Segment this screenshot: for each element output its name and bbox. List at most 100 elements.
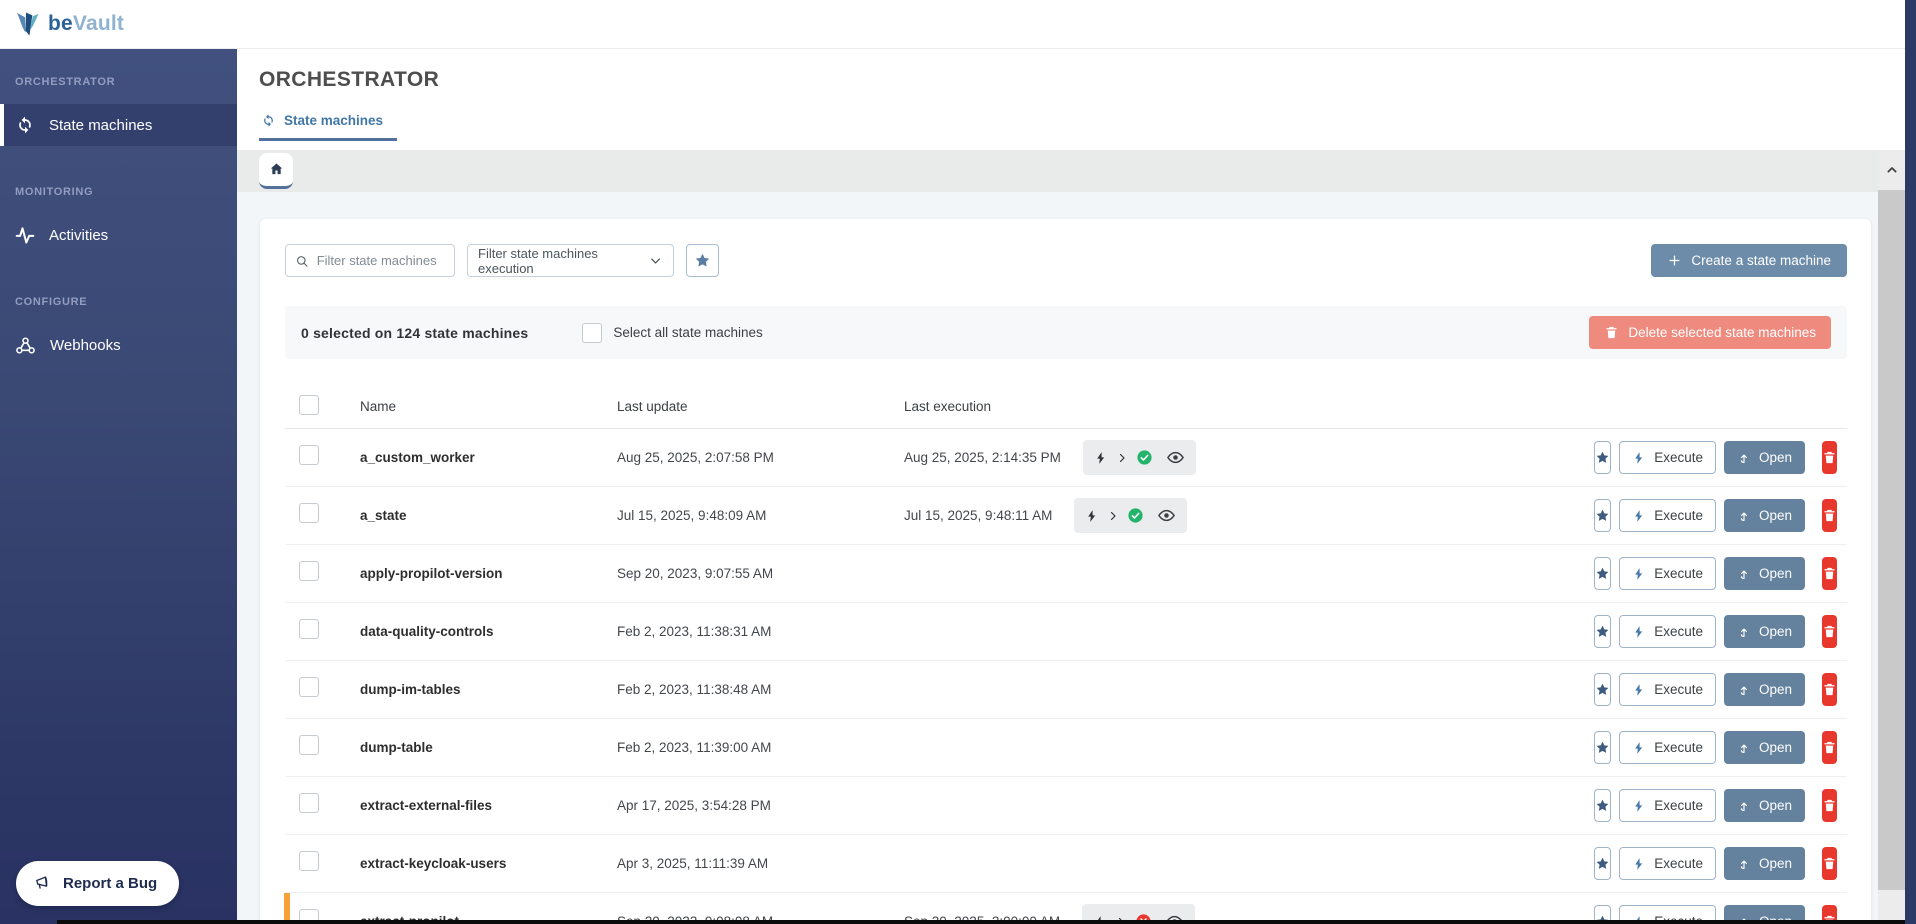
last-update-value: Feb 2, 2023, 11:38:31 AM: [617, 624, 904, 639]
sidebar-item-activities[interactable]: Activities: [0, 214, 237, 256]
last-update-value: Aug 25, 2025, 2:07:58 PM: [617, 450, 904, 465]
state-machine-name: apply-propilot-version: [360, 566, 617, 581]
delete-row-button[interactable]: [1822, 847, 1837, 880]
row-actions: Execute Open: [1607, 615, 1847, 648]
delete-row-button[interactable]: [1822, 615, 1837, 648]
row-select-checkbox[interactable]: [299, 851, 319, 871]
delete-row-button[interactable]: [1822, 673, 1837, 706]
table-row: dump-im-tables Feb 2, 2023, 11:38:48 AM …: [285, 661, 1847, 719]
delete-row-button[interactable]: [1822, 557, 1837, 590]
breadcrumb-tabstrip: [237, 150, 1916, 192]
sidebar-item-state-machines[interactable]: State machines: [0, 104, 237, 146]
sidebar-section-monitoring: MONITORING Activities: [0, 186, 237, 256]
execute-button[interactable]: Execute: [1619, 499, 1716, 532]
delete-row-button[interactable]: [1822, 789, 1837, 822]
execute-button[interactable]: Execute: [1619, 673, 1716, 706]
bolt-icon: [1632, 857, 1646, 871]
scrollbar-thumb[interactable]: [1878, 190, 1905, 890]
open-button[interactable]: Open: [1724, 789, 1805, 822]
open-button[interactable]: Open: [1724, 731, 1805, 764]
row-select-checkbox[interactable]: [299, 561, 319, 581]
star-icon: [1595, 682, 1610, 697]
header-select-checkbox[interactable]: [299, 395, 319, 415]
select-all-label: Select all state machines: [613, 325, 762, 340]
bolt-icon: [1632, 567, 1646, 581]
delete-row-button[interactable]: [1822, 499, 1837, 532]
scroll-up-button[interactable]: [1878, 150, 1905, 190]
row-select-checkbox[interactable]: [299, 735, 319, 755]
favorite-button[interactable]: [1594, 789, 1611, 822]
execute-button[interactable]: Execute: [1619, 441, 1716, 474]
search-icon: [295, 253, 309, 269]
row-select-checkbox[interactable]: [299, 445, 319, 465]
favorite-button[interactable]: [1594, 731, 1611, 764]
favorite-button[interactable]: [1594, 441, 1611, 474]
delete-selected-button[interactable]: Delete selected state machines: [1589, 316, 1831, 349]
chevron-right-icon: [1116, 452, 1128, 464]
row-actions: Execute Open: [1607, 499, 1847, 532]
execute-button-label: Execute: [1654, 508, 1703, 523]
bolt-icon: [1632, 799, 1646, 813]
favorite-button[interactable]: [1594, 847, 1611, 880]
bolt-icon: [1632, 683, 1646, 697]
favorite-button[interactable]: [1594, 499, 1611, 532]
open-button[interactable]: Open: [1724, 615, 1805, 648]
webhook-icon: [15, 335, 36, 356]
bolt-icon: [1632, 625, 1646, 639]
star-icon: [1595, 508, 1610, 523]
state-machine-name: a_custom_worker: [360, 450, 617, 465]
star-icon: [1595, 856, 1610, 871]
column-header-last-execution: Last execution: [904, 399, 1607, 414]
select-all-checkbox[interactable]: [582, 323, 602, 343]
execution-filter-select[interactable]: Filter state machines execution: [467, 244, 674, 277]
execution-status-chip[interactable]: [1083, 440, 1196, 475]
success-status-icon: [1127, 507, 1144, 524]
execute-button[interactable]: Execute: [1619, 789, 1716, 822]
vertical-scrollbar[interactable]: [1878, 150, 1905, 924]
table-row: a_custom_worker Aug 25, 2025, 2:07:58 PM…: [285, 429, 1847, 487]
execute-button[interactable]: Execute: [1619, 557, 1716, 590]
chevron-up-icon: [1884, 162, 1900, 178]
favorite-button[interactable]: [1594, 673, 1611, 706]
open-button[interactable]: Open: [1724, 847, 1805, 880]
trash-icon: [1822, 508, 1837, 523]
brand-name: beVault: [48, 12, 124, 36]
sidebar-section-label: CONFIGURE: [0, 296, 237, 308]
row-select-checkbox[interactable]: [299, 619, 319, 639]
open-button[interactable]: Open: [1724, 673, 1805, 706]
favorites-filter-button[interactable]: [686, 244, 719, 277]
sidebar-section-label: MONITORING: [0, 186, 237, 198]
trash-icon: [1822, 566, 1837, 581]
page-title: ORCHESTRATOR: [259, 68, 1916, 92]
search-input[interactable]: [317, 253, 445, 268]
window-bottom-edge: [57, 920, 1905, 924]
tab-state-machines[interactable]: State machines: [259, 113, 397, 141]
eye-icon[interactable]: [1157, 506, 1176, 525]
bolt-icon: [1085, 509, 1099, 523]
execute-button[interactable]: Execute: [1619, 731, 1716, 764]
state-machine-name: extract-external-files: [360, 798, 617, 813]
report-bug-button[interactable]: Report a Bug: [16, 861, 179, 906]
open-button-label: Open: [1759, 624, 1792, 639]
execute-button-label: Execute: [1654, 682, 1703, 697]
favorite-button[interactable]: [1594, 557, 1611, 590]
row-select-checkbox[interactable]: [299, 503, 319, 523]
open-button[interactable]: Open: [1724, 499, 1805, 532]
megaphone-icon: [34, 874, 53, 893]
create-state-machine-button[interactable]: Create a state machine: [1651, 244, 1847, 277]
execution-status-chip[interactable]: [1074, 498, 1187, 533]
execute-button[interactable]: Execute: [1619, 615, 1716, 648]
delete-row-button[interactable]: [1822, 731, 1837, 764]
open-button[interactable]: Open: [1724, 557, 1805, 590]
eye-icon[interactable]: [1166, 448, 1185, 467]
delete-row-button[interactable]: [1822, 441, 1837, 474]
row-select-checkbox[interactable]: [299, 793, 319, 813]
state-machine-name: data-quality-controls: [360, 624, 617, 639]
row-select-checkbox[interactable]: [299, 677, 319, 697]
execute-button[interactable]: Execute: [1619, 847, 1716, 880]
favorite-button[interactable]: [1594, 615, 1611, 648]
open-button[interactable]: Open: [1724, 441, 1805, 474]
sidebar-item-webhooks[interactable]: Webhooks: [0, 324, 237, 366]
filter-search-field[interactable]: [285, 244, 455, 277]
home-tab-button[interactable]: [259, 153, 293, 189]
